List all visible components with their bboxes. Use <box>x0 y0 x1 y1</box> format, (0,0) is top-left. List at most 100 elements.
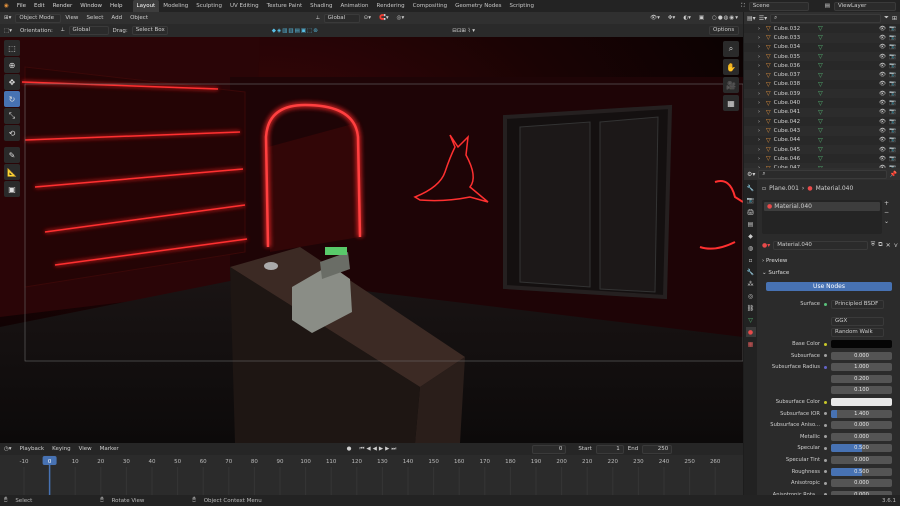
tab-rendering[interactable]: Rendering <box>373 0 409 12</box>
render-camera-icon[interactable]: 📷 <box>889 26 896 32</box>
render-camera-icon[interactable]: 📷 <box>889 54 896 60</box>
distribution-dropdown[interactable]: GGX <box>831 316 884 326</box>
expand-arrow-icon[interactable]: › <box>758 26 760 32</box>
orientation-dropdown[interactable]: Global <box>68 26 109 35</box>
render-camera-icon[interactable]: 📷 <box>889 137 896 143</box>
visibility-eye-icon[interactable]: 👁 <box>879 109 886 115</box>
outliner-row[interactable]: › ▽ Cube.035 ▽ 👁 📷 <box>744 51 900 62</box>
menu-edit[interactable]: Edit <box>30 3 49 9</box>
annotate-icon[interactable]: ✎ <box>4 147 20 163</box>
world-tab-icon[interactable]: ◍ <box>746 243 756 253</box>
outliner-row[interactable]: › ▽ Cube.036 ▽ 👁 📷 <box>744 61 900 70</box>
menu-keying[interactable]: Keying <box>48 446 74 452</box>
input-socket-icon[interactable] <box>824 446 827 450</box>
outliner-row[interactable]: › ▽ Cube.044 ▽ 👁 📷 <box>744 136 900 145</box>
value-field[interactable]: 0.000 <box>831 479 892 488</box>
snap-icon[interactable]: 🧲▾ <box>375 15 393 21</box>
visibility-eye-icon[interactable]: 👁 <box>879 81 886 87</box>
material-tab-icon[interactable]: ● <box>745 327 756 337</box>
transform-orientation[interactable]: Global <box>323 13 360 23</box>
gizmo-icon[interactable]: ✥▾ <box>664 15 679 21</box>
move-icon[interactable]: ✥ <box>4 74 20 90</box>
visibility-eye-icon[interactable]: 👁 <box>879 44 886 50</box>
editor-type-icon[interactable]: ⊞▾ <box>0 15 15 21</box>
slot-menu-icon[interactable]: ⌄ <box>884 218 896 225</box>
add-cube-icon[interactable]: ▣ <box>4 181 20 197</box>
expand-arrow-icon[interactable]: › <box>758 44 760 50</box>
mode-selector[interactable]: Object Mode <box>15 13 62 23</box>
texture-tab-icon[interactable]: ▦ <box>746 339 756 349</box>
data-tab-icon[interactable]: ▽ <box>746 315 756 325</box>
render-camera-icon[interactable]: 📷 <box>889 156 896 162</box>
material-slot-list[interactable]: ● Material.040 <box>762 200 882 234</box>
menu-render[interactable]: Render <box>49 3 77 9</box>
visibility-eye-icon[interactable]: 👁 <box>879 147 886 153</box>
proportional-edit-icon[interactable]: ◎▾ <box>393 15 409 21</box>
value-field[interactable]: 1.400 <box>831 409 892 418</box>
overlay-icon[interactable]: ◐▾ <box>679 15 695 21</box>
render-camera-icon[interactable]: 📷 <box>889 63 896 69</box>
input-socket-icon[interactable] <box>824 400 827 404</box>
outliner-row[interactable]: › ▽ Cube.046 ▽ 👁 📷 <box>744 154 900 163</box>
preview-panel-header[interactable]: › Preview <box>762 255 898 266</box>
menu-add[interactable]: Add <box>107 15 126 21</box>
timeline-ruler[interactable]: -10 0 10 20 30 40 50 60 70 80 90 100 110 120 130 140 150… <box>0 455 743 495</box>
tab-modeling[interactable]: Modeling <box>159 0 192 12</box>
expand-arrow-icon[interactable]: › <box>758 119 760 125</box>
visibility-icon[interactable]: 👁▾ <box>646 15 664 21</box>
options-dropdown[interactable]: Options <box>709 26 739 35</box>
scale-icon[interactable]: ⤡ <box>4 108 20 124</box>
new-collection-icon[interactable]: ⊞ <box>892 15 897 22</box>
value-field[interactable]: 0.000 <box>831 351 892 360</box>
modifier-tab-icon[interactable]: 🔧 <box>746 267 756 277</box>
expand-arrow-icon[interactable]: › <box>758 35 760 41</box>
visibility-eye-icon[interactable]: 👁 <box>879 128 886 134</box>
render-camera-icon[interactable]: 📷 <box>889 128 896 134</box>
visibility-eye-icon[interactable]: 👁 <box>879 26 886 32</box>
tab-geometry-nodes[interactable]: Geometry Nodes <box>451 0 505 12</box>
camera-view-icon[interactable]: 🎥 <box>723 77 739 93</box>
outliner-row[interactable]: › ▽ Cube.039 ▽ 👁 📷 <box>744 89 900 99</box>
object-tab-icon[interactable]: ▫ <box>746 255 756 265</box>
physics-tab-icon[interactable]: ◎ <box>746 291 756 301</box>
menu-help[interactable]: Help <box>106 3 127 9</box>
render-camera-icon[interactable]: 📷 <box>889 91 896 97</box>
duplicate-material-icon[interactable]: ⧉ <box>878 241 882 249</box>
pan-icon[interactable]: ✋ <box>723 59 739 75</box>
render-camera-icon[interactable]: 📷 <box>889 44 896 50</box>
use-nodes-button[interactable]: Use Nodes <box>766 282 892 291</box>
input-socket-icon[interactable] <box>824 481 827 485</box>
visibility-eye-icon[interactable]: 👁 <box>879 137 886 143</box>
playback-controls-icon[interactable]: ⏮◀◀▶▶⏭ <box>355 446 402 453</box>
visibility-eye-icon[interactable]: 👁 <box>879 119 886 125</box>
visibility-eye-icon[interactable]: 👁 <box>879 35 886 41</box>
fake-user-icon[interactable]: ⛨ <box>871 241 876 249</box>
tab-sculpting[interactable]: Sculpting <box>192 0 226 12</box>
scene-tab-icon[interactable]: ◆ <box>746 231 756 241</box>
render-camera-icon[interactable]: 📷 <box>889 100 896 106</box>
expand-arrow-icon[interactable]: › <box>758 100 760 106</box>
menu-select[interactable]: Select <box>82 15 107 21</box>
expand-arrow-icon[interactable]: › <box>758 147 760 153</box>
render-camera-icon[interactable]: 📷 <box>889 35 896 41</box>
subsurface-method-dropdown[interactable]: Random Walk <box>831 327 884 337</box>
visibility-eye-icon[interactable]: 👁 <box>879 54 886 60</box>
outliner-editor-icon[interactable]: ▤▾ <box>747 15 756 22</box>
menu-marker[interactable]: Marker <box>96 446 123 452</box>
render-camera-icon[interactable]: 📷 <box>889 147 896 153</box>
render-camera-icon[interactable]: 📷 <box>889 119 896 125</box>
visibility-eye-icon[interactable]: 👁 <box>879 91 886 97</box>
cursor-icon[interactable]: ⊕ <box>4 57 20 73</box>
render-camera-icon[interactable]: 📷 <box>889 81 896 87</box>
input-socket-icon[interactable] <box>824 435 827 439</box>
expand-arrow-icon[interactable]: › <box>758 72 760 78</box>
outliner-row[interactable]: › ▽ Cube.033 ▽ 👁 📷 <box>744 33 900 43</box>
outliner-row[interactable]: › ▽ Cube.032 ▽ 👁 📷 <box>744 24 900 33</box>
render-tab-icon[interactable]: 📷 <box>746 195 756 205</box>
expand-arrow-icon[interactable]: › <box>758 137 760 143</box>
select-box-icon[interactable]: ⬚ <box>4 40 20 56</box>
value-field[interactable]: 0.000 <box>831 432 892 441</box>
unlink-material-icon[interactable]: ✕ <box>886 242 891 249</box>
display-mode-icon[interactable]: ☰▾ <box>759 15 767 22</box>
value-field[interactable]: 0.500 <box>831 444 892 453</box>
